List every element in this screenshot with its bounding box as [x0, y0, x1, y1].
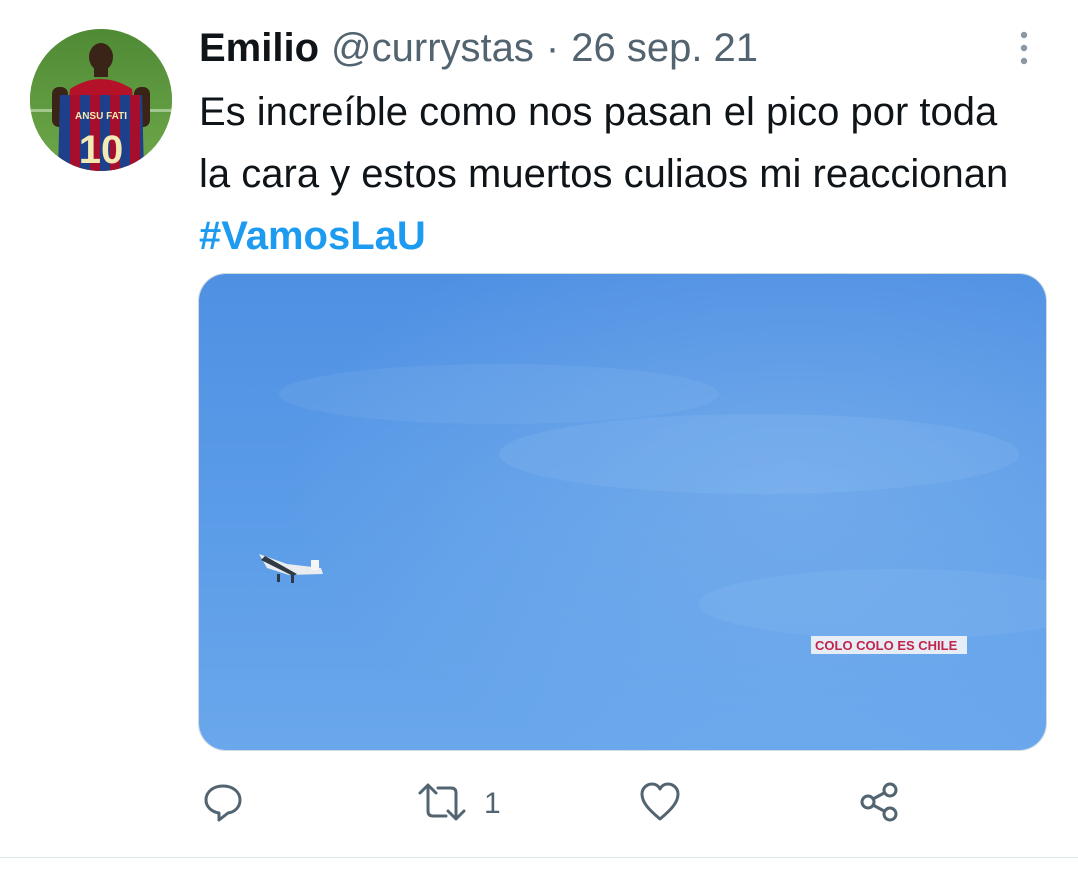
- tweet-media-image[interactable]: COLO COLO ES CHILE: [198, 273, 1047, 751]
- meta-separator: ·: [545, 26, 560, 70]
- tweet-date[interactable]: 26 sep. 21: [571, 22, 758, 74]
- avatar-shirt-number: 10: [79, 128, 124, 171]
- action-bar: 1: [0, 776, 1078, 832]
- tweet-card[interactable]: ANSU FATI 10 Emilio @currystas · 26 sep.…: [0, 0, 1078, 858]
- avatar-shirt-name: ANSU FATI: [75, 111, 127, 122]
- tweet-divider: [0, 857, 1078, 858]
- share-icon: [858, 781, 900, 828]
- tweet-body: Es increíble como nos pasan el pico por …: [199, 90, 1009, 196]
- heart-icon: [638, 781, 682, 828]
- share-button[interactable]: [858, 776, 900, 832]
- reply-button[interactable]: [202, 776, 244, 832]
- more-options-icon[interactable]: [1014, 30, 1034, 66]
- retweet-icon: [416, 781, 468, 828]
- retweet-button[interactable]: 1: [416, 776, 501, 832]
- banner-text: COLO COLO ES CHILE: [815, 638, 958, 653]
- author-name[interactable]: Emilio: [199, 22, 319, 74]
- tweet-header: Emilio @currystas · 26 sep. 21: [199, 22, 758, 74]
- tweet-text: Es increíble como nos pasan el pico por …: [199, 81, 1039, 267]
- avatar[interactable]: ANSU FATI 10: [30, 29, 172, 171]
- hashtag-link[interactable]: #VamosLaU: [199, 214, 426, 258]
- like-button[interactable]: [638, 776, 682, 832]
- reply-icon: [202, 781, 244, 828]
- retweet-count: 1: [484, 787, 501, 820]
- author-handle[interactable]: @currystas: [331, 22, 534, 74]
